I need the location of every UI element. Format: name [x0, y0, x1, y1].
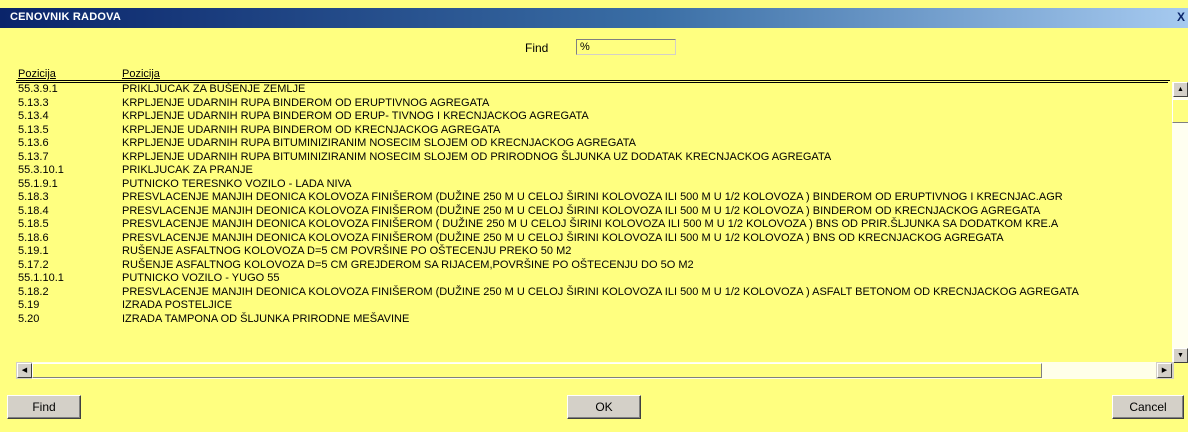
table-row[interactable]: 5.18.6 PRESVLACENJE MANJIH DEONICA KOLOVO…	[16, 232, 1168, 246]
position-description: RUŠENJE ASFALTNOG KOLOVOZA D=5 CM POVRŠI…	[122, 245, 572, 257]
horizontal-scrollbar[interactable]: ◀ ▶	[16, 362, 1174, 379]
table-row[interactable]: 5.13.3 KRPLJENJE UDARNIH RUPA BINDEROM OD…	[16, 97, 1168, 111]
ok-button[interactable]: OK	[567, 395, 641, 419]
arrow-up-icon[interactable]: ▲	[1173, 82, 1188, 97]
position-code: 5.13.5	[18, 123, 49, 136]
position-description: KRPLJENJE UDARNIH RUPA BITUMINIZIRANIM N…	[122, 137, 637, 149]
vertical-scroll-thumb[interactable]	[1172, 99, 1188, 123]
position-code: 5.20	[18, 312, 40, 325]
vertical-scrollbar[interactable]: ▲ ▼	[1172, 82, 1188, 363]
table-row[interactable]: 5.13.4 KRPLJENJE UDARNIH RUPA BINDEROM OD…	[16, 110, 1168, 124]
position-description: PRIKLJUCAK ZA PRANJE	[122, 164, 253, 176]
position-description: PUTNICKO TERESNKO VOZILO - LADA NIVA	[122, 177, 352, 190]
position-code: 5.13.7	[18, 150, 49, 163]
position-code: 55.3.9.1	[18, 83, 58, 95]
horizontal-scroll-thumb[interactable]	[32, 363, 1042, 378]
position-code: 5.18.2	[18, 285, 49, 298]
position-code: 5.18.5	[18, 218, 49, 230]
position-code: 5.18.3	[18, 191, 49, 203]
table-row[interactable]: 5.17.2 RUŠENJE ASFALTNOG KOLOVOZA D=5 CM …	[16, 259, 1168, 273]
position-code: 55.1.10.1	[18, 272, 64, 284]
close-icon[interactable]: X	[1176, 10, 1186, 25]
position-description: KRPLJENJE UDARNIH RUPA BINDEROM OD ERUPT…	[122, 96, 490, 109]
position-description: IZRADA POSTELJICE	[122, 299, 233, 311]
find-button[interactable]: Find	[7, 395, 81, 419]
position-description: IZRADA TAMPONA OD ŠLJUNKA PRIRODNE MEŠAV…	[122, 312, 410, 325]
arrow-down-icon[interactable]: ▼	[1173, 348, 1188, 363]
position-description: KRPLJENJE UDARNIH RUPA BINDEROM OD ERUP-…	[122, 110, 589, 122]
grid-rows: 55.3.9.1 PRIKLJUCAK ZA BUŠENJE ZEMLJE 5.13…	[16, 82, 1168, 364]
column-header-code[interactable]: Pozicija	[18, 68, 56, 80]
grid-header: Pozicija Pozicija	[16, 68, 1170, 81]
position-description: PUTNICKO VOZILO - YUGO 55	[122, 272, 280, 284]
table-row[interactable]: 55.3.10.1 PRIKLJUCAK ZA PRANJE	[16, 164, 1168, 178]
position-code: 5.19.1	[18, 245, 49, 257]
position-code: 55.3.10.1	[18, 164, 64, 176]
search-label: Find	[525, 41, 549, 55]
position-code: 5.18.4	[18, 204, 49, 217]
table-row[interactable]: 5.13.7 KRPLJENJE UDARNIH RUPA BITUMINIZIR…	[16, 151, 1168, 165]
table-row[interactable]: 55.1.9.1 PUTNICKO TERESNKO VOZILO - LADA …	[16, 178, 1168, 192]
table-row[interactable]: 5.20 IZRADA TAMPONA OD ŠLJUNKA PRIRODNE M…	[16, 313, 1168, 327]
price-list-dialog: CENOVNIK RADOVA X Find Pozicija Pozicija…	[0, 0, 1188, 432]
position-description: PRESVLACENJE MANJIH DEONICA KOLOVOZA FIN…	[122, 218, 1059, 230]
position-code: 5.13.3	[18, 96, 49, 109]
table-row[interactable]: 5.19 IZRADA POSTELJICE	[16, 299, 1168, 313]
table-row[interactable]: 5.18.2 PRESVLACENJE MANJIH DEONICA KOLOVO…	[16, 286, 1168, 300]
table-row[interactable]: 55.3.9.1 PRIKLJUCAK ZA BUŠENJE ZEMLJE	[16, 83, 1168, 97]
position-description: PRESVLACENJE MANJIH DEONICA KOLOVOZA FIN…	[122, 285, 1079, 298]
arrow-right-icon[interactable]: ▶	[1157, 363, 1172, 378]
window-title: CENOVNIK RADOVA	[10, 11, 121, 23]
positions-grid: Pozicija Pozicija 55.3.9.1 PRIKLJUCAK ZA …	[16, 68, 1188, 376]
cancel-button[interactable]: Cancel	[1112, 395, 1184, 419]
position-description: RUŠENJE ASFALTNOG KOLOVOZA D=5 CM GREJDE…	[122, 258, 694, 271]
arrow-left-icon[interactable]: ◀	[17, 363, 32, 378]
title-bar[interactable]: CENOVNIK RADOVA X	[0, 8, 1188, 28]
table-row[interactable]: 5.13.6 KRPLJENJE UDARNIH RUPA BITUMINIZIR…	[16, 137, 1168, 151]
position-code: 5.19	[18, 299, 40, 311]
position-code: 5.17.2	[18, 258, 49, 271]
position-code: 5.18.6	[18, 231, 49, 244]
position-description: KRPLJENJE UDARNIH RUPA BINDEROM OD KRECN…	[122, 123, 501, 136]
table-row[interactable]: 5.18.3 PRESVLACENJE MANJIH DEONICA KOLOVO…	[16, 191, 1168, 205]
position-description: PRESVLACENJE MANJIH DEONICA KOLOVOZA FIN…	[122, 231, 1004, 244]
position-description: PRESVLACENJE MANJIH DEONICA KOLOVOZA FIN…	[122, 204, 1041, 217]
table-row[interactable]: 5.18.4 PRESVLACENJE MANJIH DEONICA KOLOVO…	[16, 205, 1168, 219]
search-input[interactable]	[576, 39, 676, 55]
position-description: KRPLJENJE UDARNIH RUPA BITUMINIZIRANIM N…	[122, 150, 832, 163]
position-code: 5.13.4	[18, 110, 49, 122]
table-row[interactable]: 5.18.5 PRESVLACENJE MANJIH DEONICA KOLOVO…	[16, 218, 1168, 232]
position-description: PRIKLJUCAK ZA BUŠENJE ZEMLJE	[122, 83, 306, 95]
column-header-description[interactable]: Pozicija	[122, 68, 160, 80]
position-description: PRESVLACENJE MANJIH DEONICA KOLOVOZA FIN…	[122, 191, 1063, 203]
table-row[interactable]: 5.19.1 RUŠENJE ASFALTNOG KOLOVOZA D=5 CM …	[16, 245, 1168, 259]
position-code: 55.1.9.1	[18, 177, 58, 190]
table-row[interactable]: 55.1.10.1 PUTNICKO VOZILO - YUGO 55	[16, 272, 1168, 286]
position-code: 5.13.6	[18, 137, 49, 149]
table-row[interactable]: 5.13.5 KRPLJENJE UDARNIH RUPA BINDEROM OD…	[16, 124, 1168, 138]
